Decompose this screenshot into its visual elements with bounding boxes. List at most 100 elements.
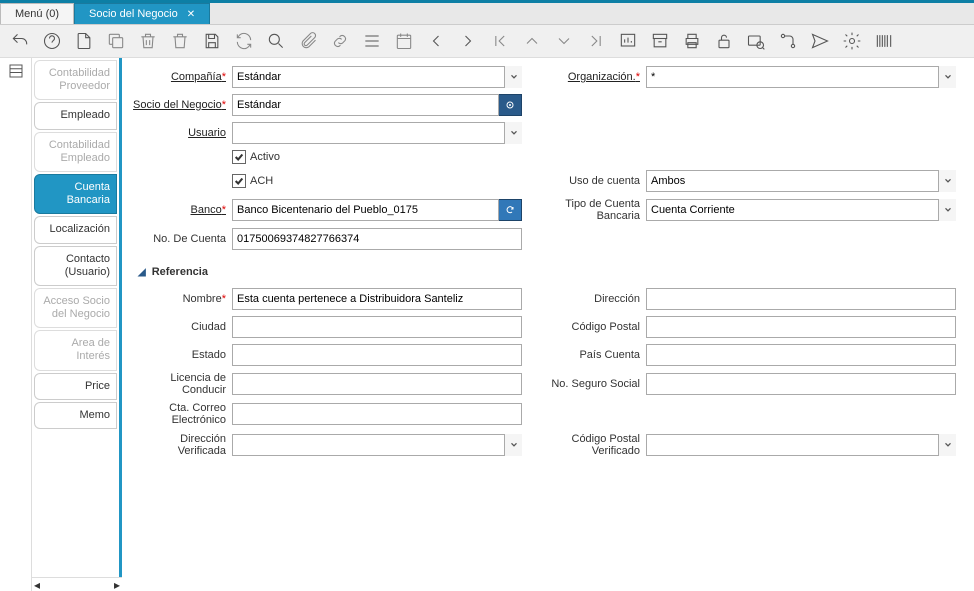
sidebar-item-area[interactable]: Area de Interés [34, 330, 117, 370]
prev-icon[interactable] [426, 31, 446, 51]
chevron-down-icon[interactable] [938, 170, 956, 192]
uso-cuenta-select[interactable] [646, 170, 956, 192]
sidebar-label: Area de Interés [71, 337, 110, 362]
link-icon[interactable] [330, 31, 350, 51]
label-banco[interactable]: Banco* [132, 204, 232, 216]
sidebar-label: Memo [79, 409, 110, 421]
attach-icon[interactable] [298, 31, 318, 51]
undo-icon[interactable] [10, 31, 30, 51]
licencia-input[interactable] [232, 373, 522, 395]
zoom-icon[interactable] [746, 31, 766, 51]
tab-menu[interactable]: Menú (0) [0, 3, 74, 24]
nombre-input[interactable] [232, 288, 522, 310]
usuario-select[interactable] [232, 122, 522, 144]
delete-all-icon[interactable] [170, 31, 190, 51]
sidebar-item-memo[interactable]: Memo [34, 402, 117, 429]
scroll-left-icon[interactable]: ◂ [34, 578, 40, 591]
label-usuario[interactable]: Usuario [132, 127, 232, 139]
label-correo: Cta. Correo Electrónico [132, 402, 232, 426]
chevron-down-icon[interactable] [938, 199, 956, 221]
save-icon[interactable] [202, 31, 222, 51]
sidebar-label: Acceso Socio del Negocio [43, 295, 110, 320]
form-area: Compañía* Organización.* Socio del Negoc… [122, 58, 974, 591]
chevron-down-icon[interactable] [504, 66, 522, 88]
organizacion-select[interactable] [646, 66, 956, 88]
search-icon[interactable] [266, 31, 286, 51]
sidebar-item-contab-prov[interactable]: Contabilidad Proveedor [34, 60, 117, 100]
tipo-cuenta-select[interactable] [646, 199, 956, 221]
label-estado: Estado [132, 349, 232, 361]
down-icon[interactable] [554, 31, 574, 51]
codigo-postal-input[interactable] [646, 316, 956, 338]
lock-icon[interactable] [714, 31, 734, 51]
estado-input[interactable] [232, 344, 522, 366]
label-cp-verif: Código Postal Verificado [546, 433, 646, 457]
compania-select[interactable] [232, 66, 522, 88]
label-pais-cuenta: País Cuenta [546, 349, 646, 361]
sidebar-item-contab-emp[interactable]: Contabilidad Empleado [34, 132, 117, 172]
sidebar-item-cuenta-bancaria[interactable]: Cuenta Bancaria [34, 174, 117, 214]
ciudad-input[interactable] [232, 316, 522, 338]
label-socio[interactable]: Socio del Negocio* [132, 99, 232, 111]
sidebar-label: Localización [49, 223, 110, 235]
chevron-down-icon[interactable] [504, 434, 522, 456]
copy-icon[interactable] [106, 31, 126, 51]
new-icon[interactable] [74, 31, 94, 51]
label-ciudad: Ciudad [132, 321, 232, 333]
label-codigo-postal: Código Postal [546, 321, 646, 333]
archive-icon[interactable] [650, 31, 670, 51]
section-referencia[interactable]: ◢ Referencia [138, 266, 956, 278]
nav-scrollbar[interactable]: ◂ ▸ [32, 577, 122, 591]
send-icon[interactable] [810, 31, 830, 51]
tab-socio[interactable]: Socio del Negocio ✕ [74, 3, 210, 24]
activo-label: Activo [250, 151, 280, 163]
correo-input[interactable] [232, 403, 522, 425]
detail-icon[interactable] [7, 62, 25, 83]
up-icon[interactable] [522, 31, 542, 51]
next-icon[interactable] [458, 31, 478, 51]
sidebar-item-contacto[interactable]: Contacto (Usuario) [34, 246, 117, 286]
calendar-icon[interactable] [394, 31, 414, 51]
close-icon[interactable]: ✕ [187, 9, 195, 20]
list-icon[interactable] [362, 31, 382, 51]
first-icon[interactable] [490, 31, 510, 51]
barcode-icon[interactable] [874, 31, 894, 51]
banco-refresh-button[interactable] [498, 199, 522, 221]
chevron-down-icon[interactable] [938, 66, 956, 88]
sidebar-item-empleado[interactable]: Empleado [34, 102, 117, 129]
sidebar-label: Contacto (Usuario) [65, 253, 110, 278]
label-compania[interactable]: Compañía* [132, 71, 232, 83]
last-icon[interactable] [586, 31, 606, 51]
print-icon[interactable] [682, 31, 702, 51]
collapse-icon[interactable]: ◢ [138, 267, 146, 278]
chevron-down-icon[interactable] [504, 122, 522, 144]
banco-input[interactable] [232, 199, 499, 221]
socio-input[interactable] [232, 94, 499, 116]
window-tabs: Menú (0) Socio del Negocio ✕ [0, 3, 974, 25]
label-seguro: No. Seguro Social [546, 378, 646, 390]
activo-checkbox[interactable]: Activo [232, 150, 280, 164]
sidebar-item-price[interactable]: Price [34, 373, 117, 400]
label-organizacion[interactable]: Organización.* [546, 71, 646, 83]
label-licencia: Licencia de Conducir [132, 372, 232, 396]
refresh-icon[interactable] [234, 31, 254, 51]
chevron-down-icon[interactable] [938, 434, 956, 456]
seguro-input[interactable] [646, 373, 956, 395]
no-cuenta-input[interactable] [232, 228, 522, 250]
left-toolbar [0, 58, 32, 591]
socio-lookup-button[interactable] [498, 94, 522, 116]
workflow-icon[interactable] [778, 31, 798, 51]
help-icon[interactable] [42, 31, 62, 51]
sidebar-item-localizacion[interactable]: Localización [34, 216, 117, 243]
scroll-right-icon[interactable]: ▸ [114, 578, 120, 591]
cp-verif-select[interactable] [646, 434, 956, 456]
dir-verif-select[interactable] [232, 434, 522, 456]
direccion-input[interactable] [646, 288, 956, 310]
sidebar-item-acceso[interactable]: Acceso Socio del Negocio [34, 288, 117, 328]
delete-icon[interactable] [138, 31, 158, 51]
label-dir-verif: Dirección Verificada [132, 433, 232, 457]
ach-checkbox[interactable]: ACH [232, 174, 273, 188]
pais-cuenta-input[interactable] [646, 344, 956, 366]
report-icon[interactable] [618, 31, 638, 51]
gear-icon[interactable] [842, 31, 862, 51]
